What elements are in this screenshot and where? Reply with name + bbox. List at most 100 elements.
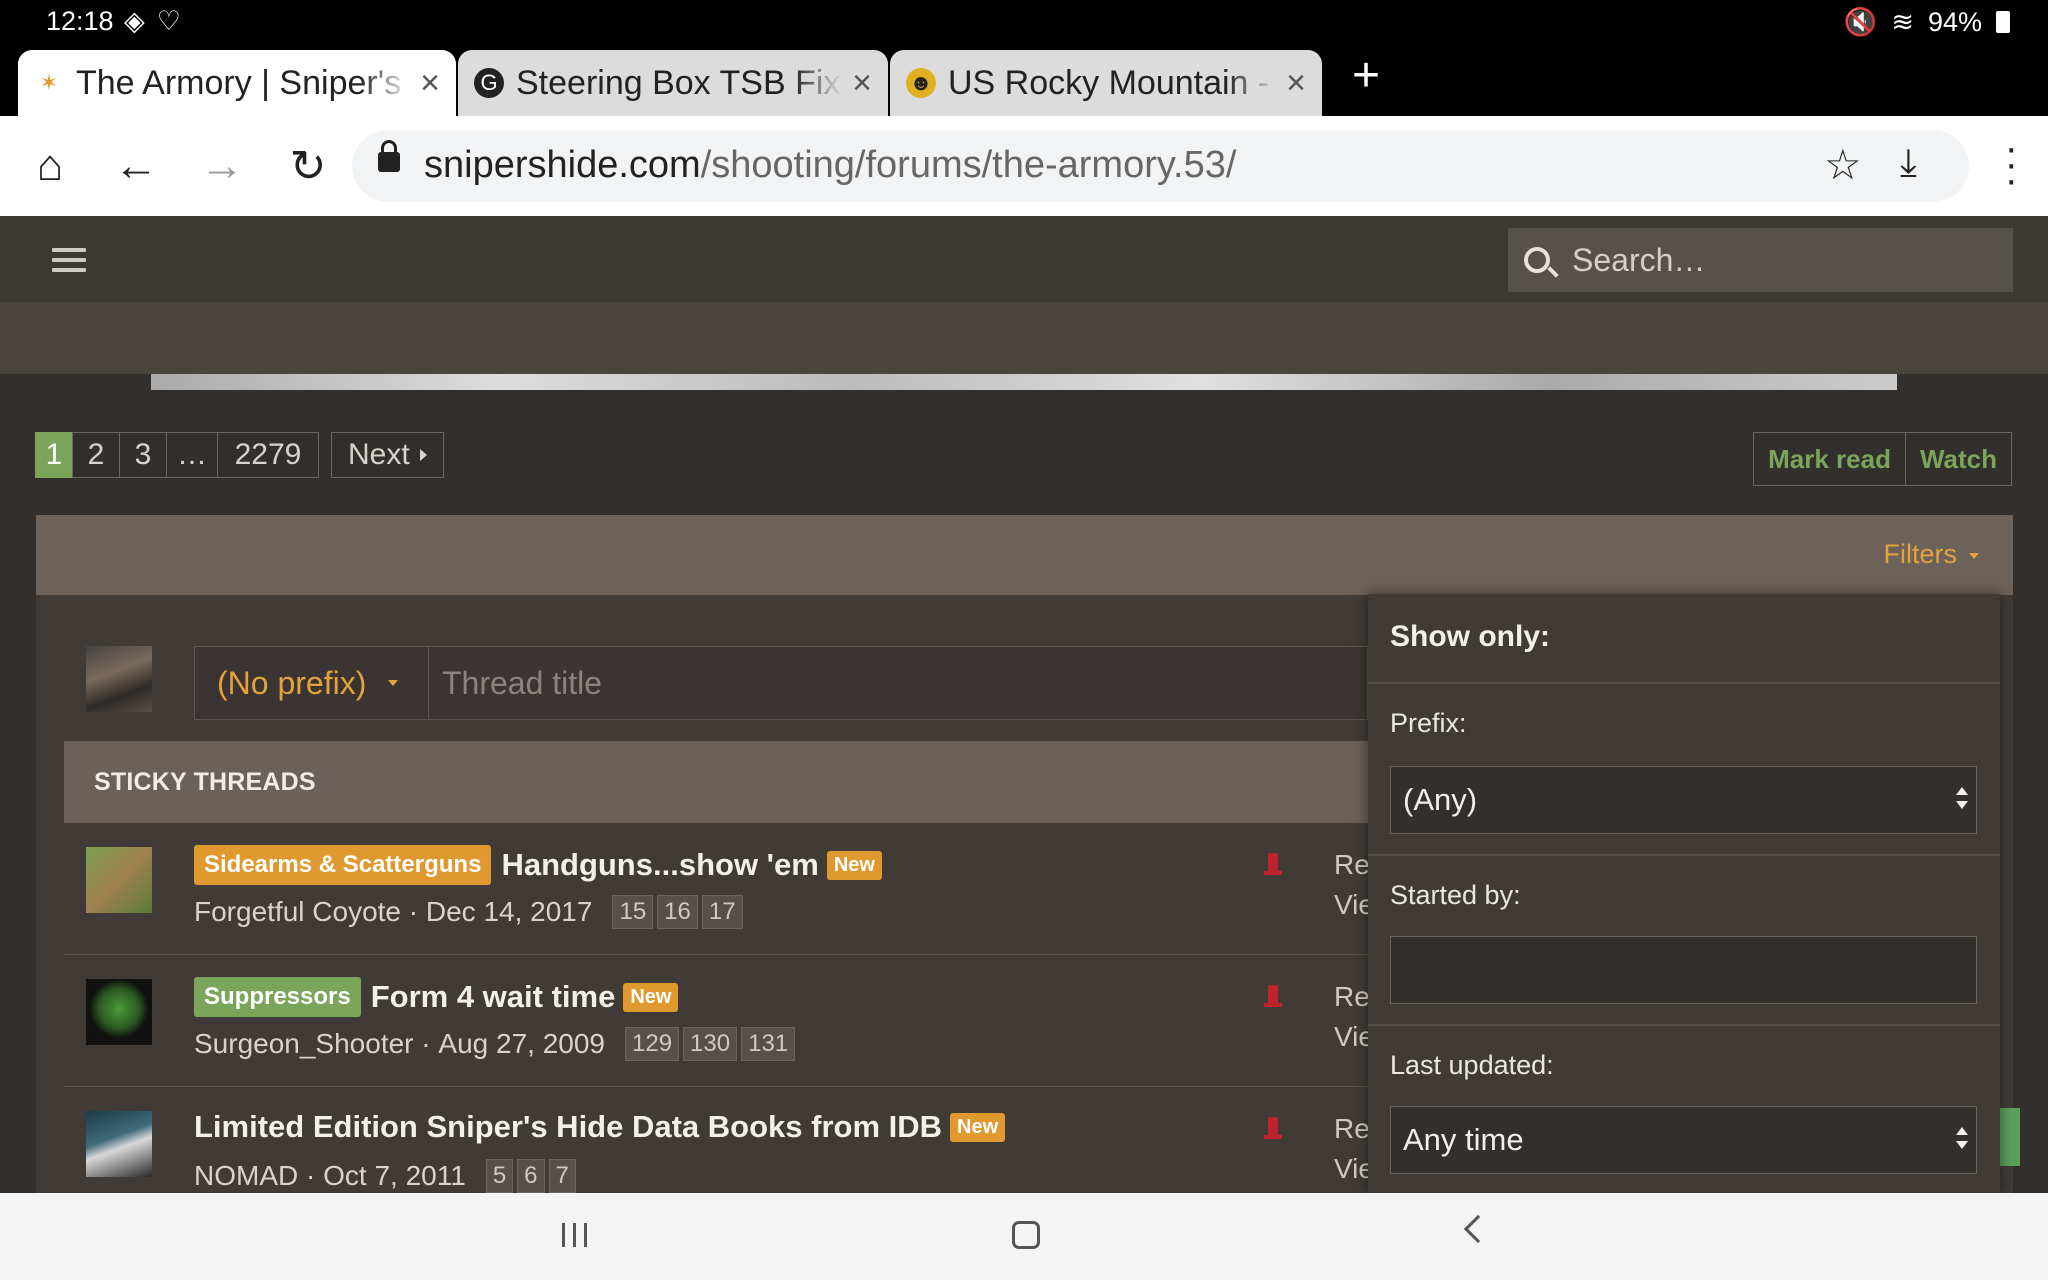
thread-page-link[interactable]: 129: [625, 1027, 680, 1061]
hamburger-menu-icon[interactable]: [52, 248, 86, 278]
status-bar: 12:18 ◈ ♡ 🔇 ≋ 94%: [0, 0, 2048, 44]
tab-the-armory[interactable]: ✶ The Armory | Sniper's Hide ×: [18, 50, 456, 116]
search-icon: [1524, 247, 1550, 273]
page-link-2[interactable]: 2: [72, 432, 120, 478]
site-search-input[interactable]: Search…: [1508, 228, 2013, 292]
status-right: 🔇 ≋ 94%: [1844, 6, 2010, 38]
more-menu-icon[interactable]: · · ·: [2005, 128, 2018, 200]
sticky-pin-icon: [1264, 985, 1282, 1007]
thread-title-link[interactable]: Form 4 wait time: [371, 979, 616, 1015]
sub-navigation: [0, 302, 2048, 374]
last-updated-label: Last updated:: [1390, 1050, 1554, 1080]
thread-page-link[interactable]: 7: [548, 1159, 576, 1193]
thread-page-link[interactable]: 16: [657, 895, 698, 929]
home-icon[interactable]: ⌂: [22, 138, 78, 194]
sticky-threads-header: STICKY THREADS: [64, 741, 1384, 823]
tab-title: US Rocky Mountain - W: [948, 63, 1277, 102]
tab-close-icon[interactable]: ×: [1286, 64, 1306, 103]
thread-page-link[interactable]: 6: [517, 1159, 545, 1193]
page-link-3[interactable]: 3: [119, 432, 167, 478]
tab-close-icon[interactable]: ×: [852, 64, 872, 103]
thread-date[interactable]: Oct 7, 2011: [323, 1160, 466, 1192]
mark-read-button[interactable]: Mark read: [1753, 432, 1906, 486]
page-link-last[interactable]: 2279: [217, 432, 319, 478]
mute-icon: 🔇: [1843, 7, 1878, 37]
tab-close-icon[interactable]: ×: [420, 64, 440, 103]
forum-banner-image: [151, 374, 1897, 390]
new-tab-button[interactable]: +: [1352, 52, 1380, 100]
thread-title-input[interactable]: Thread title: [428, 646, 1368, 720]
filters-popup: Show only: Prefix: (Any) Started by: Las…: [1368, 594, 2000, 1193]
forum-favicon-icon: G: [474, 68, 504, 98]
reload-icon[interactable]: ↻: [280, 138, 336, 194]
thread-page-link[interactable]: 17: [701, 895, 743, 929]
sticky-pin-icon: [1264, 1117, 1282, 1139]
system-navigation-bar: [0, 1193, 2048, 1280]
address-bar[interactable]: snipershide.com/shooting/forums/the-armo…: [352, 130, 1969, 202]
home-nav-icon[interactable]: [1012, 1221, 1040, 1249]
meta-separator: ·: [413, 1028, 439, 1059]
thread-author-avatar[interactable]: [86, 847, 152, 913]
thread-prefix-badge[interactable]: Sidearms & Scatterguns: [194, 845, 492, 885]
last-updated-value: Any time: [1403, 1122, 1524, 1157]
next-arrow-icon: [419, 449, 427, 461]
thread-date[interactable]: Aug 27, 2009: [438, 1028, 605, 1060]
thread-title-link[interactable]: Handguns...show 'em: [501, 847, 818, 883]
thread-date[interactable]: Dec 14, 2017: [426, 896, 593, 928]
thread-title-placeholder: Thread title: [442, 664, 603, 701]
thread-author[interactable]: Forgetful Coyote: [194, 896, 401, 928]
prefix-select[interactable]: (No prefix): [194, 646, 429, 720]
thread-row[interactable]: Sidearms & Scatterguns Handguns...show '…: [64, 823, 1384, 955]
battery-icon: [1996, 11, 2010, 33]
thread-author-avatar[interactable]: [86, 1111, 152, 1177]
tab-title: Steering Box TSB Fix -: [516, 63, 843, 102]
sticky-pin-icon: [1264, 853, 1282, 875]
thread-row[interactable]: Suppressors Form 4 wait time New Surgeon…: [64, 955, 1384, 1087]
started-by-label: Started by:: [1390, 880, 1521, 910]
tab-steering-box[interactable]: G Steering Box TSB Fix - ×: [458, 50, 888, 116]
url-text[interactable]: snipershide.com/shooting/forums/the-armo…: [424, 144, 1236, 187]
thread-page-link[interactable]: 130: [683, 1027, 738, 1061]
thread-title-link[interactable]: Limited Edition Sniper's Hide Data Books…: [194, 1109, 942, 1145]
new-badge: New: [623, 982, 679, 1012]
tab-rocky-mountain[interactable]: ☻ US Rocky Mountain - W ×: [890, 50, 1322, 116]
prefix-filter-label: Prefix:: [1390, 708, 1467, 738]
filters-label: Filters: [1883, 539, 1958, 569]
forward-icon[interactable]: →: [194, 138, 250, 194]
search-placeholder: Search…: [1572, 241, 1706, 278]
lock-icon: [378, 140, 400, 172]
pagination: 1 2 3 … 2279 Next: [35, 432, 444, 478]
prefix-filter-select[interactable]: (Any): [1390, 766, 1977, 834]
thread-page-links: 129 130 131: [625, 1027, 799, 1061]
started-by-input[interactable]: [1390, 936, 1977, 1004]
new-badge: New: [950, 1112, 1006, 1142]
back-nav-icon[interactable]: [1463, 1214, 1493, 1244]
divider: [1368, 682, 2000, 684]
thread-prefix-badge[interactable]: Suppressors: [194, 977, 361, 1017]
snipershide-favicon-icon: ✶: [39, 70, 59, 95]
filters-button[interactable]: Filters: [1883, 539, 1979, 570]
thread-author[interactable]: NOMAD: [194, 1160, 298, 1192]
next-page-button[interactable]: Next: [331, 432, 444, 478]
bookmark-star-icon[interactable]: ☆: [1824, 140, 1862, 189]
download-icon[interactable]: ⤓: [1900, 142, 1917, 185]
last-updated-select[interactable]: Any time: [1390, 1106, 1977, 1174]
thread-page-links: 5 6 7: [485, 1159, 580, 1193]
thread-page-link[interactable]: 131: [741, 1027, 796, 1061]
thread-author[interactable]: Surgeon_Shooter: [194, 1028, 414, 1060]
caret-down-icon: [1969, 552, 1979, 559]
page-jump-ellipsis[interactable]: …: [166, 432, 218, 478]
thread-page-link[interactable]: 15: [612, 895, 654, 929]
url-domain: snipershide.com: [424, 144, 701, 186]
back-icon[interactable]: ←: [108, 138, 164, 194]
divider: [1368, 854, 2000, 856]
rocky-mountain-favicon-icon: ☻: [906, 68, 936, 98]
thread-page-link[interactable]: 5: [485, 1159, 514, 1193]
thread-author-avatar[interactable]: [86, 979, 152, 1045]
prefix-filter-value: (Any): [1403, 782, 1478, 817]
url-path: /shooting/forums/the-armory.53/: [700, 144, 1237, 186]
scroll-top-button[interactable]: [2000, 1108, 2020, 1166]
page-link-1[interactable]: 1: [35, 432, 73, 478]
recents-icon[interactable]: [562, 1223, 587, 1247]
watch-button[interactable]: Watch: [1904, 432, 2012, 486]
